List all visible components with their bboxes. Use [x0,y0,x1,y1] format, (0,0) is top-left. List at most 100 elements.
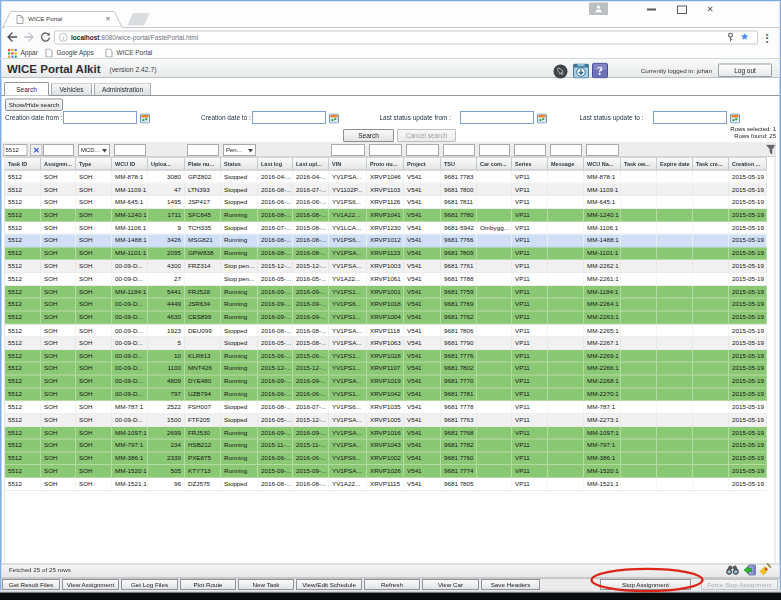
table-row[interactable]: 5512SOHSOH00-09-D...10KLR813Running2015-… [5,350,767,363]
logout-button[interactable]: Log out [718,64,772,78]
filter-input-series[interactable] [514,144,546,156]
table-row[interactable]: 5512SOHSOHMM-386:12339PXE875Running2016-… [5,452,767,465]
column-header[interactable]: Status [221,158,258,170]
table-row[interactable]: 5512SOHSOHMM-1109:147LTN393Stopped2016-0… [5,183,767,196]
column-header[interactable]: WCU Na... [584,158,621,170]
filter-input-assignm[interactable] [43,144,74,156]
footer-button-view-edit-schedule[interactable]: View/Edit Schedule [296,579,362,590]
table-row[interactable]: 5512SOHSOHMM-1097:12699FRJ530Running2016… [5,427,767,440]
column-header[interactable]: Message [548,158,584,170]
table-row[interactable]: 5512SOHSOHMM-1106:19TCH335Stopped2016-07… [5,222,767,235]
download-icon[interactable] [573,64,589,79]
table-row[interactable]: 5512SOHSOH00-09-D...4630CES899Running201… [5,311,767,324]
bookmark-wice-portal[interactable]: WICE Portal [117,49,153,57]
table-row[interactable]: 5512SOHSOH00-09-D...1923DEU099Stopped201… [5,324,767,337]
url-text[interactable]: localhost:8080/wice-portal/FastePortal.h… [71,34,198,42]
broom-icon[interactable] [760,563,772,576]
import-icon[interactable] [744,564,757,576]
show-hide-search-button[interactable]: Show/Hide search [5,99,63,112]
tab-close-icon[interactable]: ✕ [103,15,113,23]
bookmark-google-apps[interactable]: Google Apps [57,49,94,57]
column-header[interactable]: TSU [441,158,477,170]
table-row[interactable]: 5512SOHSOH00-09-D...4300FRZ314Stop pen..… [5,260,767,273]
filter-input-vin[interactable] [331,144,365,156]
table-row[interactable]: 5512SOHSOHMM-878:13080GPZ802Stopped2016-… [5,171,767,184]
creation-date-from-input[interactable] [63,111,137,124]
apps-grid-icon[interactable] [8,49,17,58]
column-header[interactable]: Task ow... [621,158,657,170]
browser-menu-icon[interactable]: ••• [765,32,769,43]
column-header[interactable]: Assignm... [41,158,76,170]
table-row[interactable]: 5512SOHSOHMM-797:1234HSB212Running2015-1… [5,440,767,453]
calendar-icon[interactable] [730,114,740,124]
column-header[interactable]: Proto nu... [367,158,404,170]
bookmark-appar[interactable]: Appar [21,49,38,57]
table-row[interactable]: 5512SOHSOH00-09-D...27Stop pen...2016-05… [5,273,767,286]
footer-button-get-log-files[interactable]: Get Log Files [121,579,178,590]
notifications-icon[interactable] [553,64,568,79]
key-icon[interactable] [726,33,735,43]
minimize-button[interactable] [647,9,656,11]
table-row[interactable]: 5512SOHSOHMM-787:12522FSH007Stopped2016-… [5,401,767,414]
filter-input-car-com[interactable] [479,144,510,156]
reload-icon[interactable] [41,32,51,42]
column-header[interactable]: Plate nu... [185,158,221,170]
maximize-button[interactable] [677,6,687,15]
calendar-icon[interactable] [140,114,150,124]
filter-input-message[interactable] [550,144,582,156]
table-row[interactable]: 5512SOHSOHMM-1240:11711SFC645Running2016… [5,209,767,222]
filter-input-wcu-id[interactable] [114,144,146,156]
filter-select-status[interactable]: Pen... [223,144,256,156]
column-header[interactable]: Last log [258,158,293,170]
column-header[interactable]: Type [76,158,112,170]
column-header[interactable]: Task ID [5,158,41,170]
column-header[interactable]: Task cre... [693,158,729,170]
search-button[interactable]: Search [343,129,394,142]
footer-button-save-headers[interactable]: Save Headers [481,579,540,590]
footer-button-view-assignment[interactable]: View Assignment [62,579,119,590]
footer-button-refresh[interactable]: Refresh [364,579,420,590]
forward-icon[interactable] [24,32,35,42]
tab-administration[interactable]: Administration [94,83,151,96]
column-header[interactable]: Series [512,158,548,170]
footer-button-new-task[interactable]: New Task [238,579,294,590]
back-icon[interactable] [7,32,18,42]
creation-date-to-input[interactable] [252,111,326,124]
clear-filter-icon[interactable]: ✕ [30,144,43,156]
column-header[interactable]: VIN [329,158,367,170]
footer-button-plot-route[interactable]: Plot Route [180,579,236,590]
table-row[interactable]: 5512SOHSOHMM-1521:196DZJ575Stopped2016-0… [5,478,767,491]
stop-assignment-button[interactable]: Stop Assignment [600,579,691,590]
table-row[interactable]: 5512SOHSOHMM-645:11495JSP417Stopped2016-… [5,196,767,209]
column-header[interactable]: Expire date [657,158,693,170]
filter-input-task-id[interactable]: 5512 [3,144,28,156]
table-row[interactable]: 5512SOHSOHMM-1520:1505KTY713Running2015-… [5,465,767,478]
footer-button-view-car[interactable]: View Car [422,579,479,590]
column-header[interactable]: Project [404,158,441,170]
binoculars-icon[interactable] [726,565,739,575]
footer-button-get-result-files[interactable]: Get Result Files [2,579,60,590]
table-row[interactable]: 5512SOHSOHMM-1101:12095GPW838Running2016… [5,247,767,260]
page-info-icon[interactable]: i [59,33,68,42]
table-row[interactable]: 5512SOHSOHMM-1488:13426MSG821Running2016… [5,235,767,248]
column-header[interactable]: Uploa... [148,158,185,170]
profile-icon[interactable] [589,3,608,16]
table-row[interactable]: 5512SOHSOH00-09-D...797UZB794Running2016… [5,388,767,401]
filter-input-proto-nu[interactable] [369,144,402,156]
table-row[interactable]: 5512SOHSOH00-09-D...4809DYE480Running201… [5,376,767,389]
column-header[interactable]: WCU ID [112,158,148,170]
table-row[interactable]: 5512SOHSOH00-09-D...4449JSR634Running201… [5,299,767,312]
filter-input-tsu[interactable] [443,144,475,156]
column-header[interactable]: Car com... [477,158,512,170]
close-button[interactable]: ✕ [704,3,716,15]
last-status-update-to-input[interactable] [653,111,727,124]
calendar-icon[interactable] [537,114,547,124]
table-row[interactable]: 5512SOHSOH00-09-D...1100MNT426Running201… [5,363,767,376]
filter-input-project[interactable] [406,144,439,156]
filter-input-plate-nu[interactable] [187,144,219,156]
bookmark-star-icon[interactable]: ★ [740,30,749,42]
column-header[interactable]: Last upl... [293,158,329,170]
tab-vehicles[interactable]: Vehicles [51,83,92,96]
calendar-icon[interactable] [329,114,339,124]
table-row[interactable]: 5512SOHSOHMM-1184:15441FRJ528Running2016… [5,286,767,299]
